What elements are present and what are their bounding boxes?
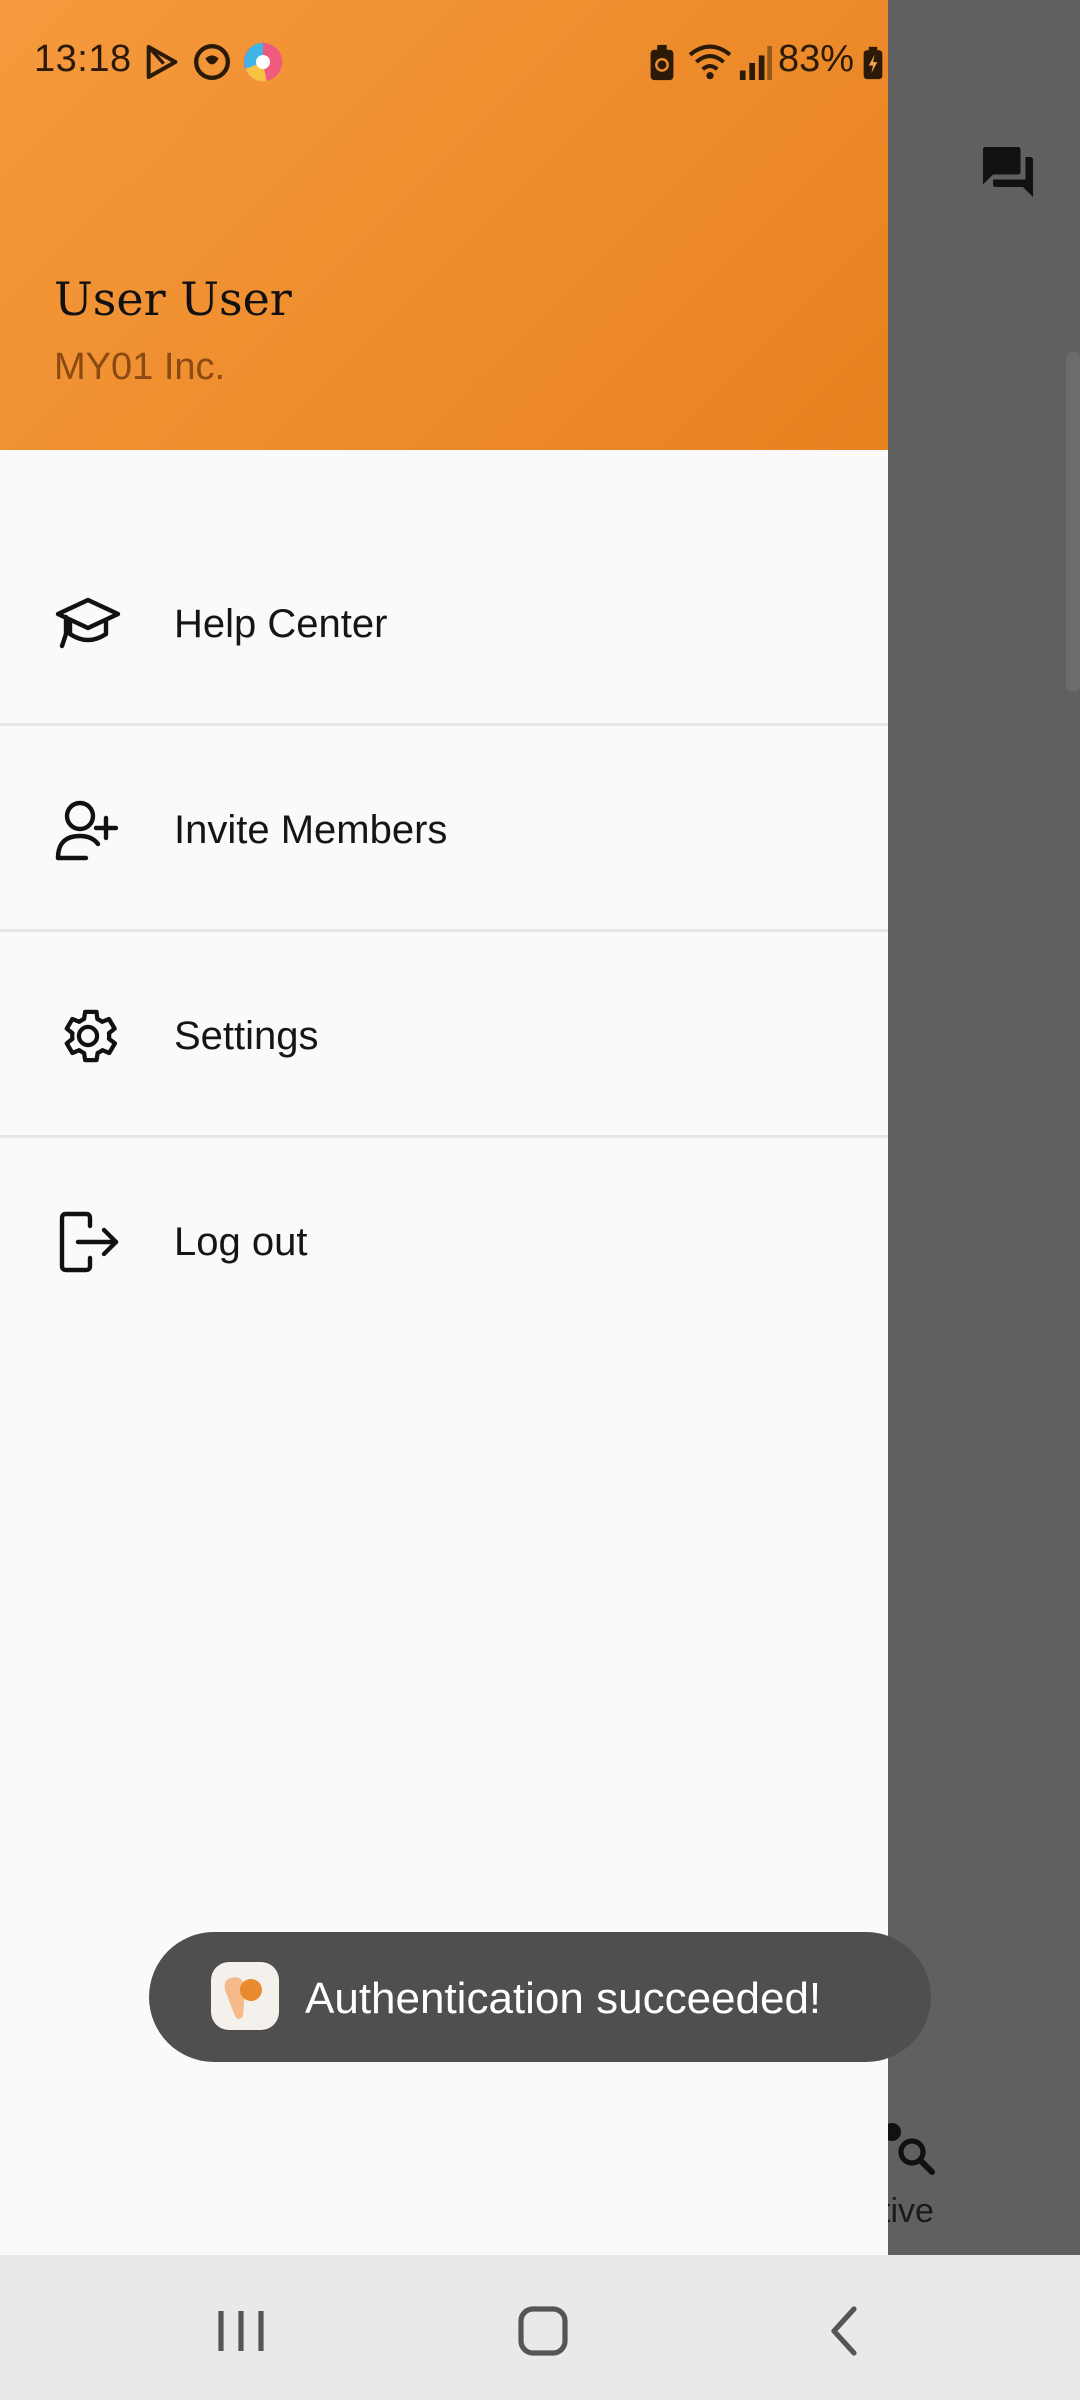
drawer-header: 13:18 83% User User MY01 Inc. [0,0,888,450]
toast-message: Authentication succeeded! [305,1974,822,2023]
add-user-icon [55,800,119,861]
play-store-icon [146,45,178,79]
screen: ctive 13:18 83% User User MY01 Inc. Help… [0,0,1080,2400]
gear-icon [64,1009,118,1063]
menu-item-invite-members[interactable]: Invite Members [0,726,888,932]
recent-apps-icon[interactable] [201,2291,281,2371]
menu-item-label: Settings [174,1014,319,1058]
menu-item-label: Help Center [174,602,388,646]
menu-item-settings[interactable]: Settings [0,932,888,1138]
app-logo-icon [211,1962,279,2030]
system-navigation-bar [0,2255,1080,2400]
logout-icon [59,1211,119,1273]
battery-saver-icon [650,44,674,81]
graduation-cap-icon [55,597,121,649]
toast: Authentication succeeded! [149,1932,931,2062]
status-time: 13:18 [34,38,132,80]
browser-icon [243,42,283,82]
status-notification-icons [142,40,284,84]
signal-icon [739,46,772,80]
menu-item-help-center[interactable]: Help Center [0,520,888,726]
organization-name: MY01 Inc. [54,346,226,388]
wifi-icon [688,44,732,80]
status-system-icons: 83% [648,38,888,88]
battery-percent: 83% [778,38,855,80]
music-icon [194,44,230,80]
navigation-drawer: 13:18 83% User User MY01 Inc. Help Cente… [0,0,888,2255]
battery-charging-icon [863,46,883,80]
home-icon[interactable] [503,2291,583,2371]
menu-item-label: Log out [174,1220,308,1264]
drawer-menu: Help Center Invite Members Settings Log … [0,520,888,1344]
user-name: User User [54,272,292,326]
menu-item-log-out[interactable]: Log out [0,1138,888,1344]
back-icon[interactable] [806,2291,886,2371]
scrollbar[interactable] [1066,352,1080,692]
user-search-icon[interactable] [880,2120,936,2176]
chat-icon[interactable] [978,142,1038,202]
menu-item-label: Invite Members [174,808,448,852]
